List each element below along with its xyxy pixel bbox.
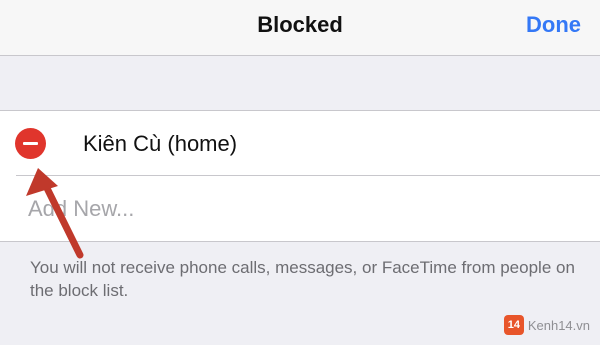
done-button[interactable]: Done	[526, 12, 581, 38]
contact-name: Kiên Cù (home)	[83, 131, 238, 156]
blocked-list: Kiên Cù (home) Add New...	[0, 110, 600, 242]
site-watermark: 14 Kenh14.vn	[503, 315, 590, 335]
add-new-label[interactable]: Add New...	[28, 196, 134, 222]
add-new-row[interactable]: Add New...	[0, 177, 600, 242]
page-title: Blocked	[257, 12, 343, 37]
divider	[16, 175, 600, 176]
kenh14-logo-icon: 14	[503, 315, 524, 335]
delete-minus-icon[interactable]	[15, 128, 46, 159]
block-list-footer-note: You will not receive phone calls, messag…	[30, 258, 575, 300]
navigation-bar: Blocked Done	[0, 0, 600, 56]
watermark-text: Kenh14.vn	[527, 317, 590, 333]
list-item[interactable]: Kiên Cù (home)	[0, 111, 600, 176]
